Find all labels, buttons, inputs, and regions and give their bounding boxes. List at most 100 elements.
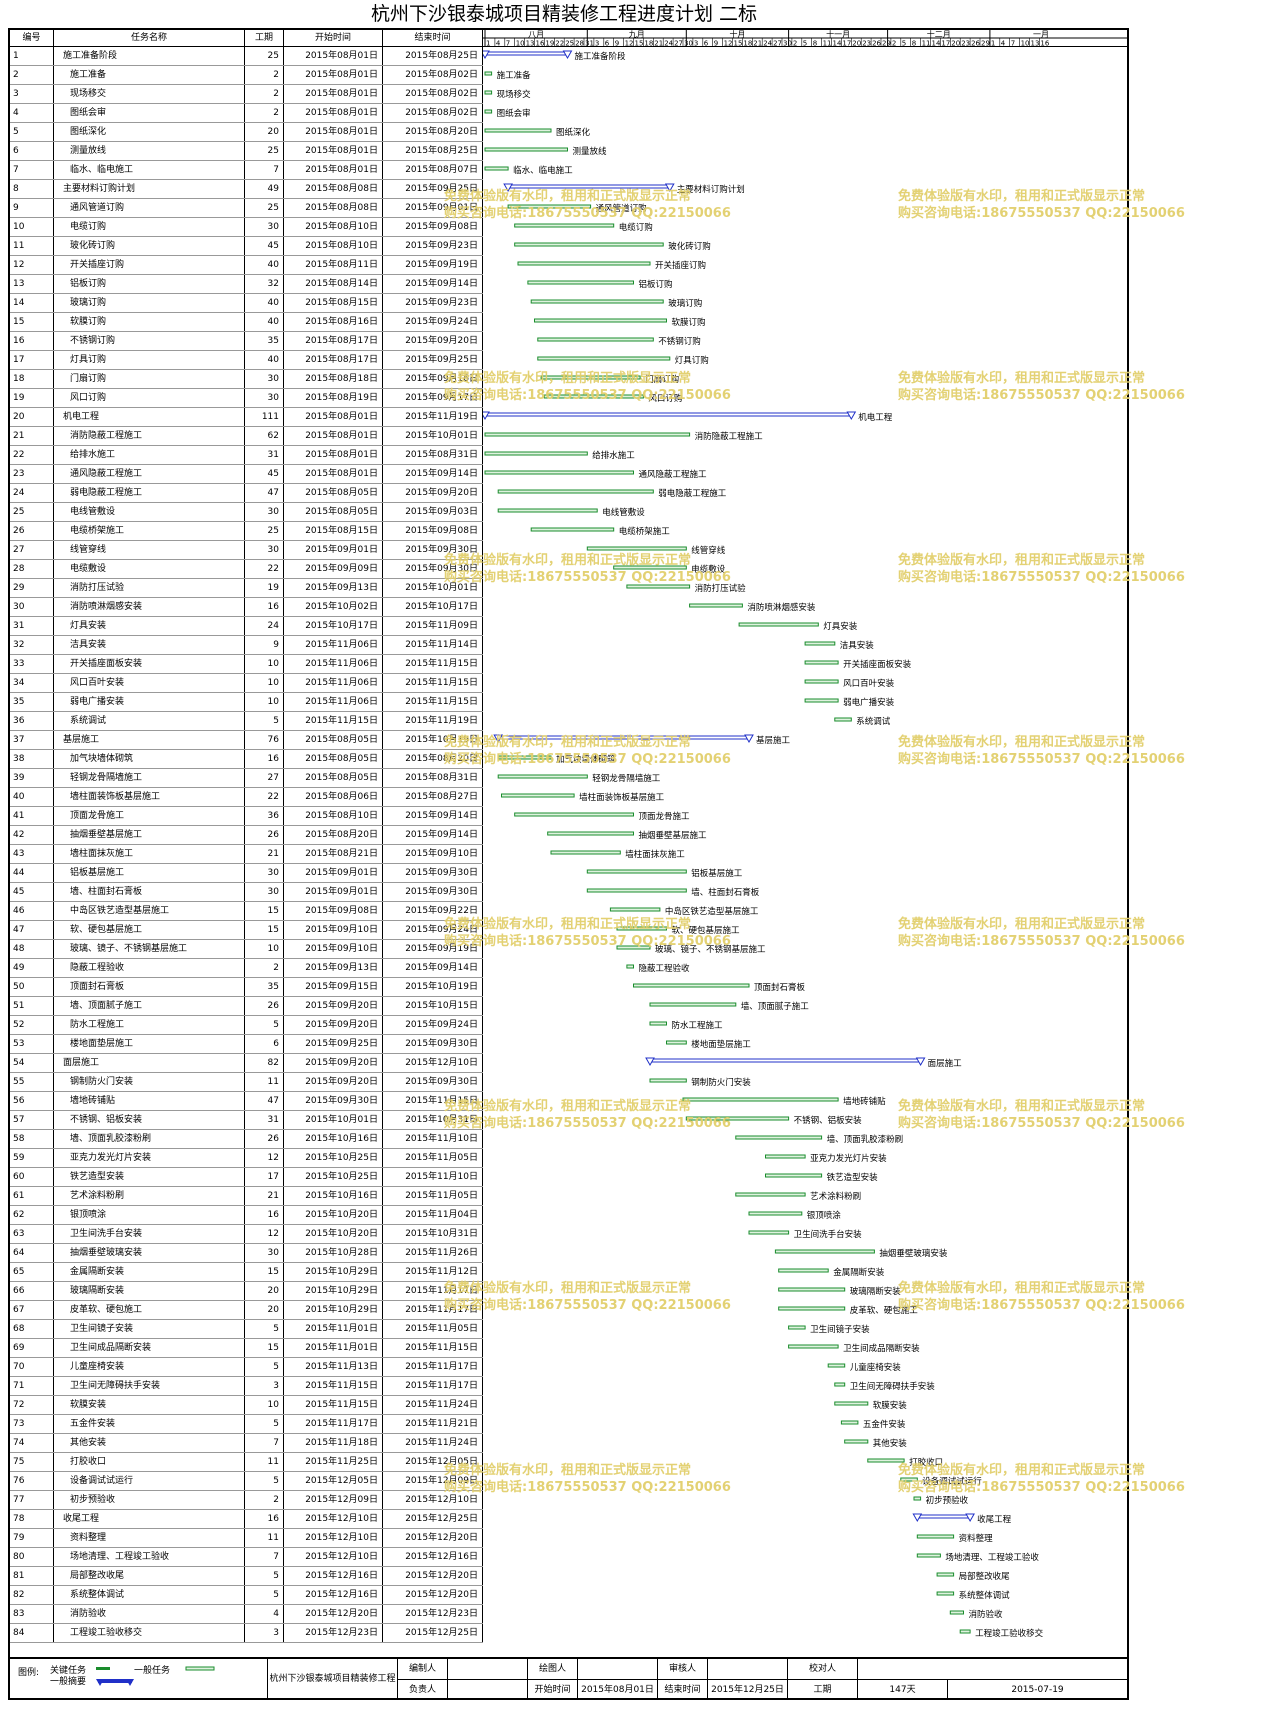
task-id: 46 [10, 902, 54, 920]
watermark-line1: 免费体验版有水印，租用和正式版显示正常 [898, 553, 1146, 568]
task-name: 玻璃隔断安装 [54, 1282, 245, 1300]
task-id: 31 [10, 617, 54, 635]
task-name: 设备调试试运行 [54, 1472, 245, 1490]
compiler-value [448, 1659, 528, 1680]
task-start: 2015年09月08日 [284, 902, 383, 920]
task-duration: 47 [245, 484, 284, 502]
bar-label: 弱电广播安装 [843, 697, 895, 708]
task-duration: 11 [245, 1073, 284, 1091]
task-name: 中岛区铁艺造型基层施工 [54, 902, 245, 920]
watermark-line2: 购买咨询电话:18675550537 QQ:22150066 [444, 206, 731, 221]
task-id: 27 [10, 541, 54, 559]
task-start: 2015年08月08日 [284, 180, 383, 198]
bar-label: 系统调试 [856, 716, 891, 727]
task-bar [748, 1230, 790, 1235]
watermark-line2: 购买咨询电话:18675550537 QQ:22150066 [444, 570, 731, 585]
task-start: 2015年11月18日 [284, 1434, 383, 1452]
task-end: 2015年09月20日 [383, 484, 483, 502]
task-name: 楼地面垫层施工 [54, 1035, 245, 1053]
day-label: 4 [496, 40, 501, 48]
bar-label: 铝板基层施工 [691, 868, 743, 879]
duration-value: 147天 [858, 1680, 948, 1700]
end-label: 结束时间 [658, 1680, 708, 1700]
task-start: 2015年11月01日 [284, 1320, 383, 1338]
task-start: 2015年10月25日 [284, 1149, 383, 1167]
task-start: 2015年08月10日 [284, 218, 383, 236]
task-start: 2015年10月16日 [284, 1187, 383, 1205]
task-duration: 25 [245, 142, 284, 160]
task-name: 基层施工 [54, 731, 245, 749]
task-duration: 7 [245, 161, 284, 179]
watermark: 免费体验版有水印，租用和正式版显示正常 购买咨询电话:18675550537 QQ… [444, 1462, 731, 1496]
task-duration: 10 [245, 940, 284, 958]
task-duration: 30 [245, 389, 284, 407]
bar-label: 图纸会审 [497, 108, 531, 119]
task-end: 2015年11月17日 [383, 1358, 483, 1376]
task-id: 6 [10, 142, 54, 160]
task-bar [827, 1363, 846, 1368]
day-label: 6 [605, 40, 610, 48]
table-row: 52 防水工程施工 5 2015年09月20日 2015年09月24日 [10, 1016, 483, 1035]
task-start: 2015年08月05日 [284, 769, 383, 787]
table-row: 50 顶面封石膏板 35 2015年09月15日 2015年10月19日 [10, 978, 483, 997]
bar-label: 局部整改收尾 [959, 1571, 1011, 1582]
table-row: 1 施工准备阶段 25 2015年08月01日 2015年08月25日 [10, 47, 483, 66]
task-end: 2015年10月01日 [383, 427, 483, 445]
table-row: 39 轻钢龙骨隔墙施工 27 2015年08月05日 2015年08月31日 [10, 769, 483, 788]
task-start: 2015年08月19日 [284, 389, 383, 407]
task-bar [649, 1002, 737, 1007]
task-start: 2015年08月01日 [284, 142, 383, 160]
day-label: 6 [704, 40, 709, 48]
task-duration: 32 [245, 275, 284, 293]
task-start: 2015年08月17日 [284, 332, 383, 350]
task-id: 44 [10, 864, 54, 882]
table-row: 69 卫生间成品隔断安装 15 2015年11月01日 2015年11月15日 [10, 1339, 483, 1358]
task-duration: 2 [245, 85, 284, 103]
task-end: 2015年08月27日 [383, 788, 483, 806]
day-label: 20 [951, 40, 960, 48]
day-label: 14 [932, 40, 941, 48]
task-bar [834, 717, 852, 722]
table-row: 16 不锈钢订购 35 2015年08月17日 2015年09月20日 [10, 332, 483, 351]
task-name: 消防喷淋烟感安装 [54, 598, 245, 616]
task-id: 78 [10, 1510, 54, 1528]
task-start: 2015年09月13日 [284, 959, 383, 977]
task-end: 2015年12月16日 [383, 1548, 483, 1566]
task-start: 2015年09月01日 [284, 864, 383, 882]
task-id: 19 [10, 389, 54, 407]
legend-symbols [96, 1666, 215, 1686]
task-start: 2015年10月17日 [284, 617, 383, 635]
watermark-line2: 购买咨询电话:18675550537 QQ:22150066 [898, 206, 1185, 221]
task-start: 2015年08月16日 [284, 313, 383, 331]
bar-label: 墙柱面抹灰施工 [625, 849, 685, 860]
task-bar [804, 698, 839, 703]
task-name: 资料整理 [54, 1529, 245, 1547]
task-bar [537, 337, 654, 342]
task-bar [666, 1040, 687, 1045]
table-row: 38 加气块墙体砌筑 16 2015年08月05日 2015年08月20日 [10, 750, 483, 769]
task-start: 2015年09月09日 [284, 560, 383, 578]
header-duration: 工期 [245, 30, 284, 46]
task-end: 2015年11月19日 [383, 712, 483, 730]
task-duration: 17 [245, 1168, 284, 1186]
task-bar [626, 964, 634, 969]
task-start: 2015年10月25日 [284, 1168, 383, 1186]
day-label: 2 [793, 40, 797, 48]
task-bar [774, 1249, 875, 1254]
task-bar [840, 1420, 859, 1425]
task-bar [778, 1306, 846, 1311]
task-start: 2015年08月01日 [284, 85, 383, 103]
task-duration: 5 [245, 1415, 284, 1433]
bar-label: 面层施工 [928, 1058, 963, 1069]
task-duration: 30 [245, 864, 284, 882]
table-row: 66 玻璃隔断安装 20 2015年10月29日 2015年11月17日 [10, 1282, 483, 1301]
table-row: 64 抽烟垂壁玻璃安装 30 2015年10月28日 2015年11月26日 [10, 1244, 483, 1263]
bar-label: 金属隔断安装 [833, 1267, 885, 1278]
watermark: 免费体验版有水印，租用和正式版显示正常 购买咨询电话:18675550537 QQ… [444, 552, 731, 586]
task-name: 卫生间洗手台安装 [54, 1225, 245, 1243]
task-name: 消防打压试验 [54, 579, 245, 597]
task-id: 5 [10, 123, 54, 141]
bar-label: 墙、柱面封石膏板 [691, 887, 760, 898]
task-name: 打胶收口 [54, 1453, 245, 1471]
watermark-line1: 免费体验版有水印，租用和正式版显示正常 [898, 371, 1146, 386]
